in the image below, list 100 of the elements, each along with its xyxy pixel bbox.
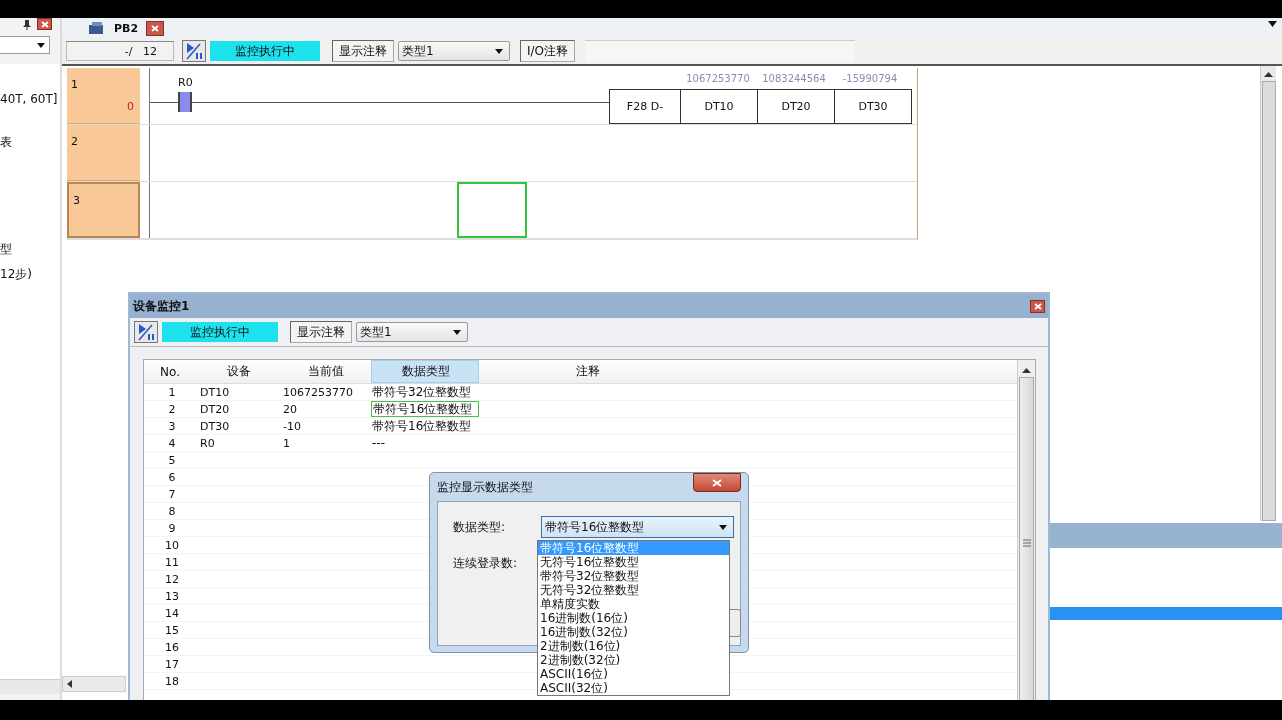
close-button[interactable]	[146, 20, 165, 36]
row-number: 1	[167, 384, 177, 400]
row-number: 3	[167, 418, 177, 434]
close-button[interactable]	[693, 473, 741, 492]
rung-number-cell[interactable]: 3	[67, 182, 140, 238]
step-field[interactable]: -/ 12	[66, 41, 174, 61]
dropdown-option[interactable]: 无符号32位整数型	[538, 583, 729, 597]
tree-item[interactable]: 表	[0, 134, 12, 151]
caret-icon	[453, 329, 461, 335]
tree-item[interactable]: 40T, 60T]	[0, 92, 58, 106]
rung-number: 3	[73, 194, 80, 207]
contact-label: R0	[178, 76, 194, 89]
editor-tab[interactable]: PB2	[88, 21, 139, 35]
row-number: 13	[164, 588, 180, 604]
row-number: 6	[167, 469, 177, 485]
table-cell-text: 1	[282, 435, 291, 451]
column-header[interactable]: 当前值	[281, 360, 371, 383]
data-type-dropdown[interactable]: 带符号16位整数型	[541, 516, 734, 538]
cursor-box	[457, 182, 527, 238]
comment-button[interactable]: 显示注释	[332, 40, 394, 62]
table-cell[interactable]: ---	[371, 435, 479, 451]
monitor-toggle-button[interactable]	[182, 40, 206, 62]
monitor-toggle-button[interactable]	[134, 321, 158, 343]
table-cell[interactable]: 带符号32位整数型	[371, 384, 479, 400]
close-icon	[40, 20, 49, 28]
caret-icon	[37, 42, 45, 48]
column-header[interactable]: 注释	[479, 360, 696, 383]
close-button[interactable]	[37, 18, 52, 30]
rung-number-cell[interactable]: 1 0	[67, 68, 140, 124]
monitor-value: 1083244564	[761, 73, 827, 86]
contact-symbol[interactable]	[178, 92, 192, 112]
row-number: 5	[167, 452, 177, 468]
row-number: 4	[167, 435, 177, 451]
operand-box[interactable]: DT30	[834, 89, 911, 123]
scroll-bar[interactable]	[1017, 360, 1035, 700]
monitor-status: 监控执行中	[162, 322, 278, 342]
field-label: 数据类型:	[453, 518, 507, 536]
table-cell-text: DT20	[199, 401, 231, 417]
step-address: 0	[127, 100, 134, 113]
table-cell-text: DT30	[199, 418, 231, 434]
up-arrow-icon	[1264, 72, 1273, 77]
window-title: 设备监控1	[133, 297, 190, 315]
type-dropdown[interactable]: 类型1	[398, 41, 510, 61]
instruction-box[interactable]: F28 D-	[610, 89, 680, 123]
type-dropdown[interactable]: 类型1	[356, 322, 468, 342]
row-number: 7	[167, 486, 177, 502]
scroll-bar[interactable]	[0, 679, 60, 694]
dropdown-option[interactable]: 16进制数(16位)	[538, 611, 729, 625]
table-cell[interactable]: 带符号16位整数型	[371, 418, 479, 434]
row-number: 16	[164, 639, 180, 655]
close-button[interactable]	[1030, 299, 1045, 313]
row-number: 8	[167, 503, 177, 519]
tree-item[interactable]: 12步)	[0, 266, 32, 283]
table-cell-text: -10	[282, 418, 302, 434]
project-dropdown[interactable]	[0, 36, 50, 54]
row-number: 15	[164, 622, 180, 638]
dropdown-option[interactable]: 2进制数(32位)	[538, 653, 729, 667]
monitor-value: -15990794	[841, 73, 899, 86]
column-header[interactable]: 设备	[196, 360, 281, 383]
rung-number: 2	[71, 135, 78, 148]
caret-icon	[495, 48, 503, 54]
monitor-status: 监控执行中	[210, 41, 320, 61]
io-comment-button[interactable]: I/O注释	[520, 40, 576, 62]
play-pause-icon	[137, 323, 155, 341]
operand-box[interactable]: DT20	[757, 89, 834, 123]
pin-icon	[23, 20, 31, 30]
dropdown-option[interactable]: 16进制数(32位)	[538, 625, 729, 639]
table-cell[interactable]: 带符号16位整数型	[371, 401, 479, 417]
row-number: 12	[164, 571, 180, 587]
left-arrow-icon	[67, 680, 72, 688]
column-header[interactable]: 数据类型	[371, 360, 479, 383]
operand-box[interactable]: DT10	[680, 89, 757, 123]
dropdown-option[interactable]: 带符号32位整数型	[538, 569, 729, 583]
caret-icon	[719, 524, 727, 530]
table-cell-text: R0	[199, 435, 216, 451]
table-cell-text: 20	[282, 401, 298, 417]
dropdown-option[interactable]: ASCII(16位)	[538, 667, 729, 681]
monitor-value: 1067253770	[685, 73, 751, 86]
column-header[interactable]: No.	[144, 360, 196, 383]
row-number: 10	[164, 537, 180, 553]
rung-number-cell[interactable]: 2	[67, 125, 140, 181]
comment-button[interactable]: 显示注释	[290, 321, 352, 343]
dialog-title: 监控显示数据类型	[437, 478, 533, 496]
close-icon	[151, 24, 160, 32]
dropdown-option[interactable]: ASCII(32位)	[538, 681, 729, 695]
tree-item[interactable]: 型	[0, 241, 12, 258]
row-number: 9	[167, 520, 177, 536]
rung-number: 1	[71, 78, 78, 91]
play-pause-icon	[185, 42, 203, 60]
dropdown-option[interactable]: 2进制数(16位)	[538, 639, 729, 653]
scroll-bar[interactable]	[62, 676, 126, 692]
row-number: 11	[164, 554, 180, 570]
dropdown-option[interactable]: 无符号16位整数型	[538, 555, 729, 569]
scroll-bar[interactable]	[1260, 66, 1276, 521]
grip-icon	[1022, 539, 1031, 547]
row-number: 14	[164, 605, 180, 621]
caret-icon	[1268, 21, 1277, 27]
close-icon	[712, 478, 722, 487]
table-cell-text: DT10	[199, 384, 231, 400]
dropdown-option[interactable]: 单精度实数	[538, 597, 729, 611]
